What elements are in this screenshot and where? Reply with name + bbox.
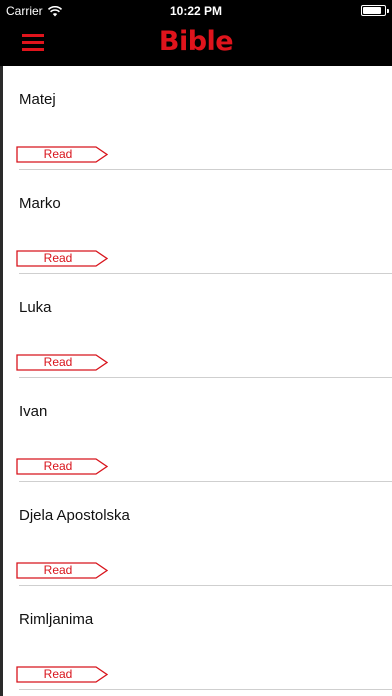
screen: Carrier 10:22 PM Bible Matej Read Marko Rea… xyxy=(0,0,392,696)
read-label: Read xyxy=(43,251,73,265)
read-label: Read xyxy=(43,147,73,161)
book-title: Rimljanima xyxy=(19,611,94,628)
status-bar: Carrier 10:22 PM xyxy=(0,0,392,22)
read-label: Read xyxy=(43,667,73,681)
list-item[interactable]: Marko Read xyxy=(3,170,392,274)
book-title: Matej xyxy=(19,91,56,108)
separator xyxy=(19,689,392,690)
read-button[interactable]: Read xyxy=(16,562,108,579)
read-button[interactable]: Read xyxy=(16,250,108,267)
book-list[interactable]: Matej Read Marko Read Luka Read Ivan Read Djela … xyxy=(0,66,392,696)
read-button[interactable]: Read xyxy=(16,354,108,371)
book-title: Ivan xyxy=(19,403,48,420)
read-label: Read xyxy=(43,563,73,577)
book-title: Djela Apostolska xyxy=(19,507,130,524)
read-button[interactable]: Read xyxy=(16,146,108,163)
list-item[interactable]: Ivan Read xyxy=(3,378,392,482)
list-item[interactable]: Djela Apostolska Read xyxy=(3,482,392,586)
read-label: Read xyxy=(43,355,73,369)
list-item[interactable]: Luka Read xyxy=(3,274,392,378)
app-title: Bible xyxy=(158,26,234,57)
list-item[interactable]: Rimljanima Read xyxy=(3,586,392,690)
book-title: Luka xyxy=(19,299,52,316)
read-button[interactable]: Read xyxy=(16,458,108,475)
read-label: Read xyxy=(43,459,73,473)
battery-icon xyxy=(361,5,389,16)
battery-level xyxy=(363,7,381,14)
navigation-bar: Bible xyxy=(0,22,392,66)
status-time: 10:22 PM xyxy=(169,4,223,18)
status-right xyxy=(361,5,389,16)
read-button[interactable]: Read xyxy=(16,666,108,683)
book-title: Marko xyxy=(19,195,61,212)
list-item[interactable]: Matej Read xyxy=(3,66,392,170)
